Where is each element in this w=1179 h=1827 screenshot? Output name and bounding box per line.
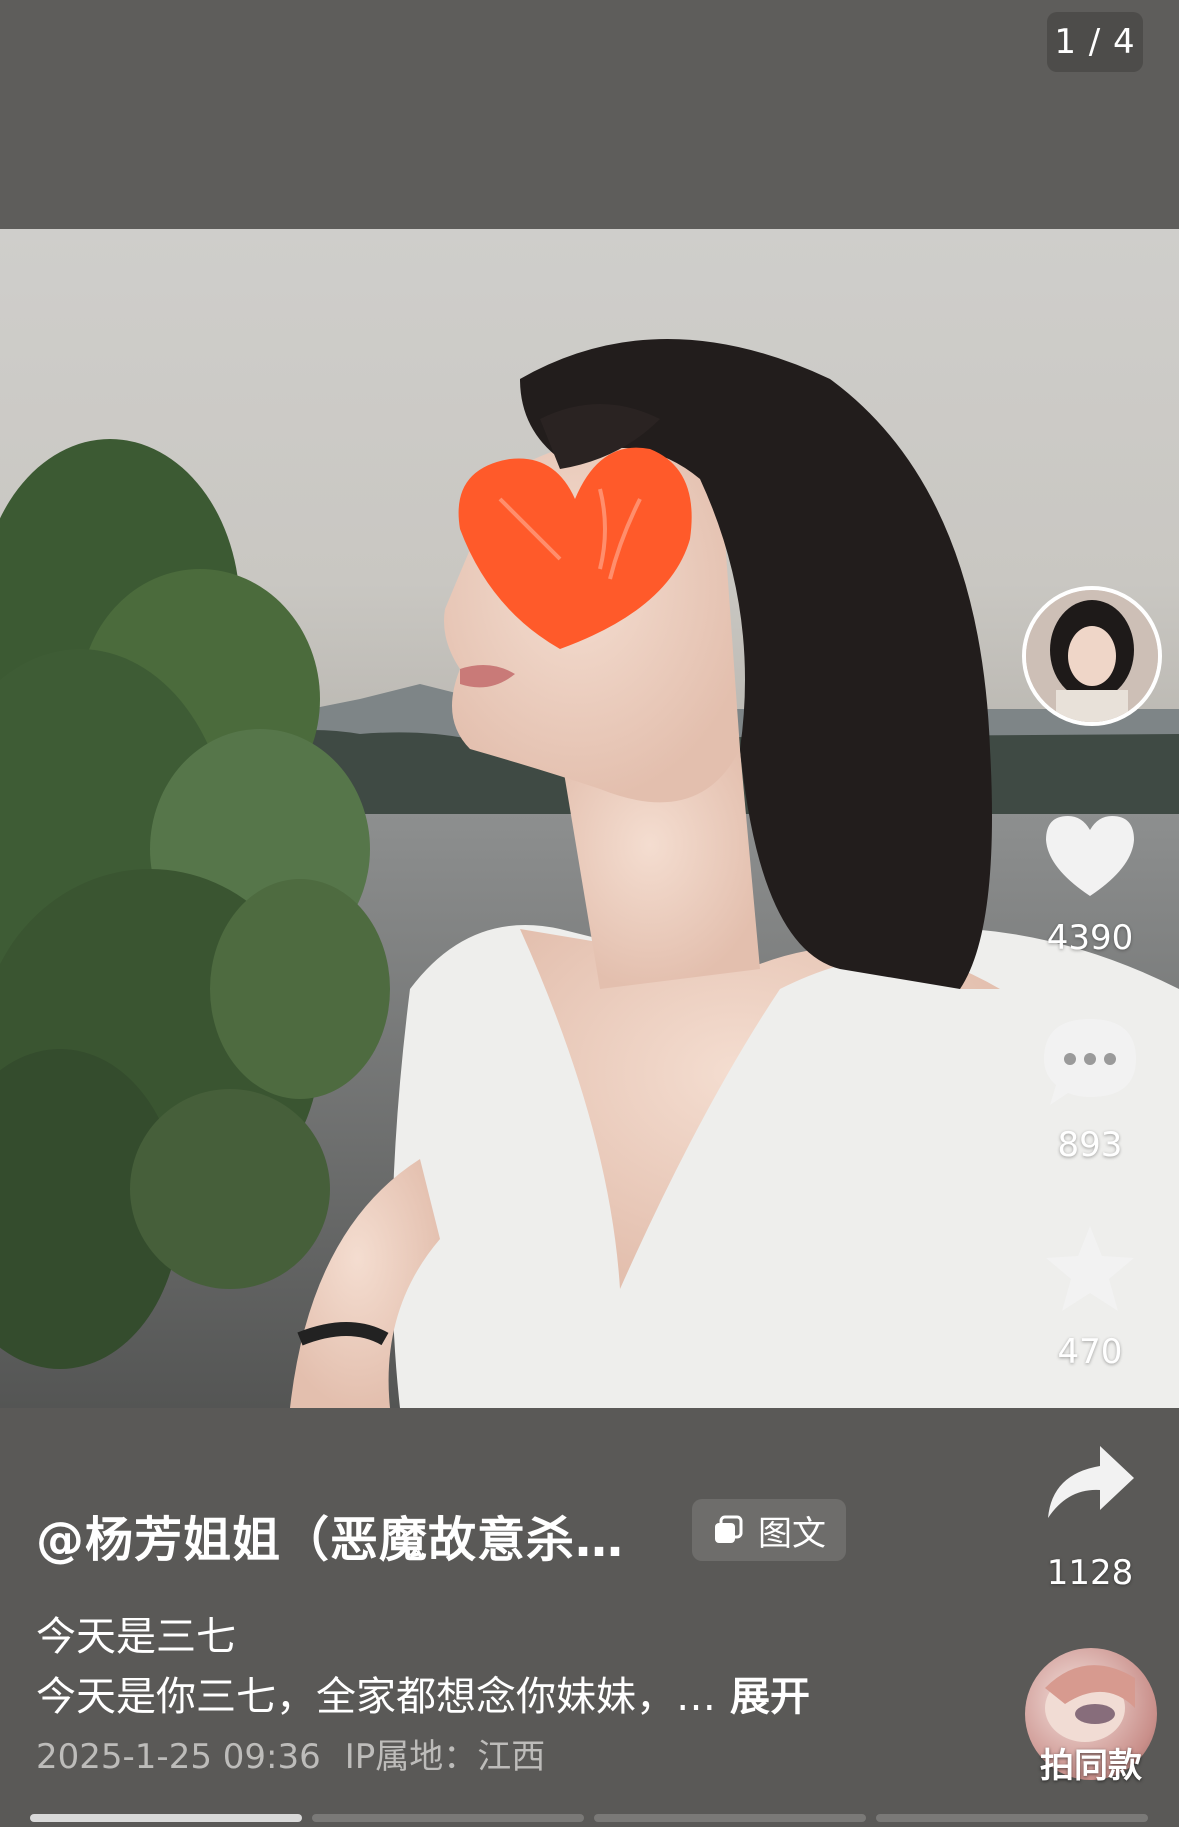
gallery-icon xyxy=(715,1515,743,1543)
star-icon xyxy=(1046,1226,1134,1311)
page-counter: 1 / 4 xyxy=(1047,12,1143,72)
ip-location: IP属地：江西 xyxy=(344,1737,546,1777)
like-count: 4390 xyxy=(1046,918,1134,958)
avatar-portrait xyxy=(1026,590,1158,722)
photo-illustration xyxy=(0,339,1179,1408)
heart-icon xyxy=(1046,816,1134,896)
share-button[interactable] xyxy=(1015,1442,1165,1522)
post-type-label: 图文 xyxy=(758,1513,826,1554)
post-meta: 2025-1-25 09:36 IP属地：江西 xyxy=(36,1729,545,1778)
post-photo[interactable] xyxy=(0,229,1179,1408)
author-avatar[interactable] xyxy=(1022,586,1162,726)
like-button[interactable] xyxy=(1015,812,1165,898)
comment-button[interactable] xyxy=(1015,1015,1165,1107)
expand-button[interactable]: 展开 xyxy=(730,1674,810,1720)
comment-bubble-icon xyxy=(1044,1019,1136,1105)
comment-count: 893 xyxy=(1057,1125,1123,1165)
caption-line-1: 今天是三七 xyxy=(36,1614,236,1660)
same-style-label: 拍同款 xyxy=(1040,1746,1142,1786)
top-band xyxy=(0,0,1179,229)
post-date: 2025-1-25 09:36 xyxy=(36,1737,321,1777)
progress-segment-3 xyxy=(594,1814,866,1822)
share-count: 1128 xyxy=(1046,1553,1134,1593)
caption-text: 今天是你三七，全家都想念你妹妹，… xyxy=(36,1674,716,1720)
author-name-link[interactable]: @杨芳姐姐（恶魔故意杀… xyxy=(36,1500,624,1570)
progress-segment-4 xyxy=(876,1814,1148,1822)
progress-segment-2 xyxy=(312,1814,584,1822)
caption-line-2: 今天是你三七，全家都想念你妹妹，… 展开 xyxy=(36,1664,810,1722)
share-arrow-icon xyxy=(1048,1446,1134,1518)
favorite-count: 470 xyxy=(1057,1332,1123,1372)
progress-segment-1 xyxy=(30,1814,302,1822)
favorite-button[interactable] xyxy=(1015,1222,1165,1314)
post-type-badge[interactable]: 图文 xyxy=(692,1499,846,1561)
